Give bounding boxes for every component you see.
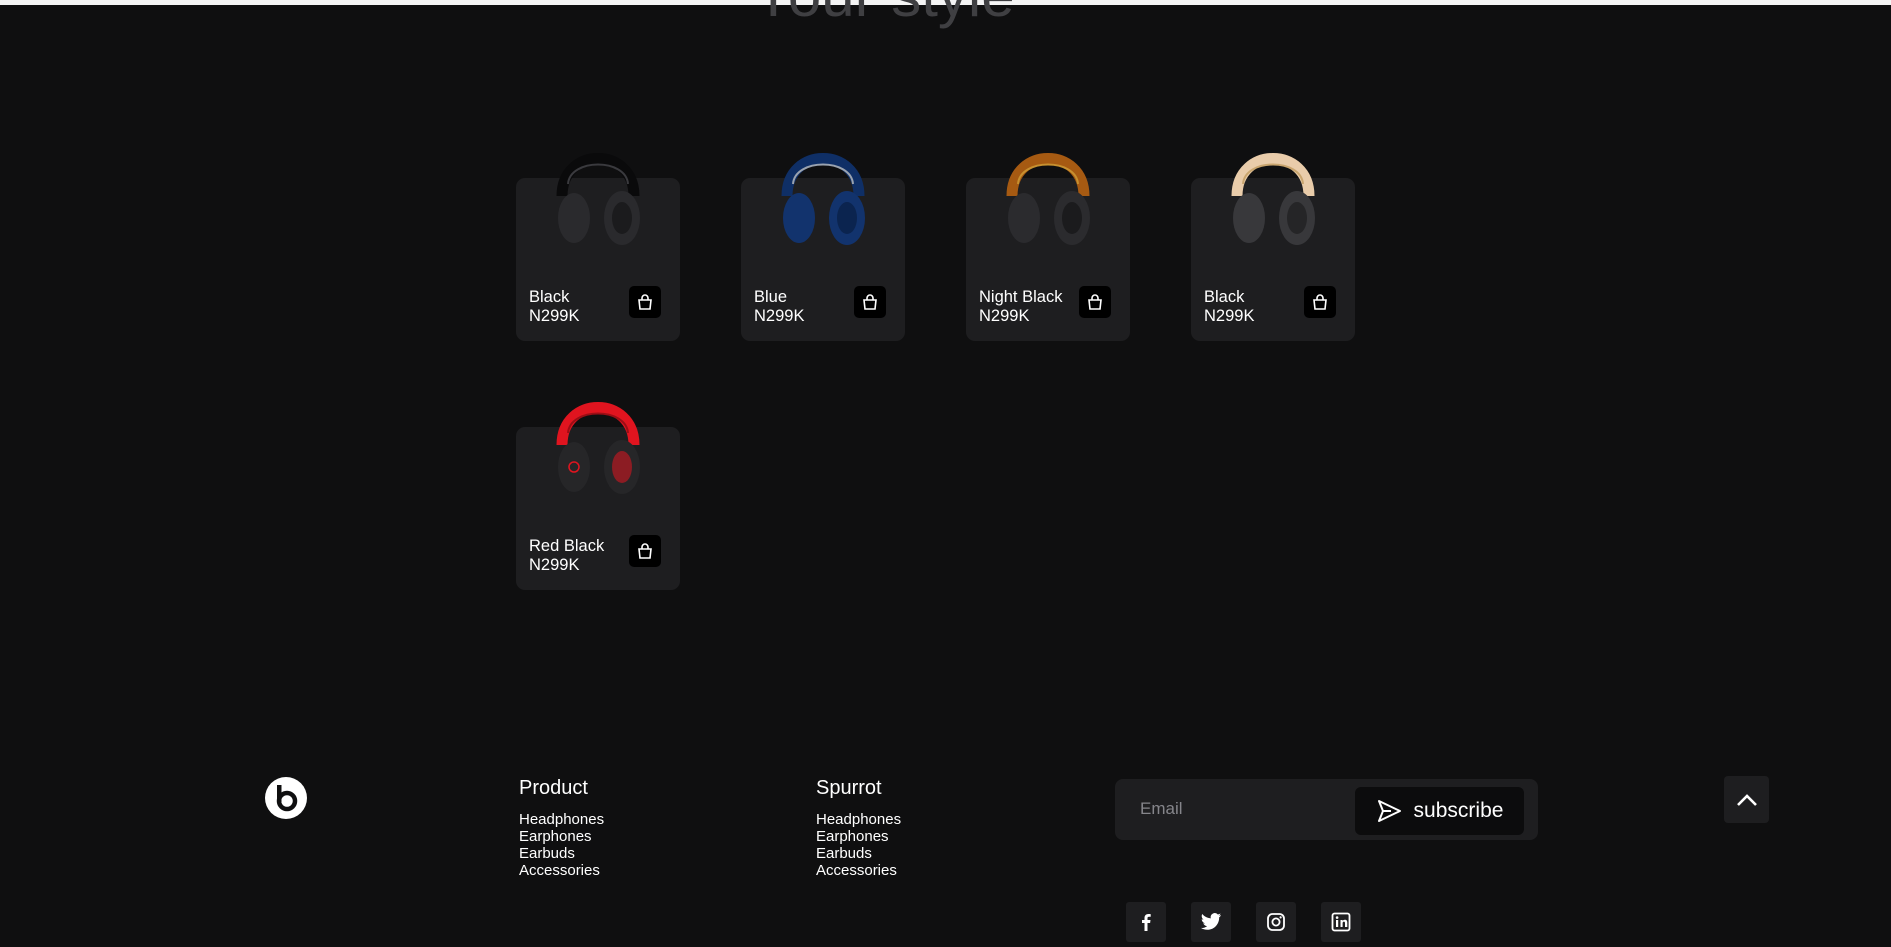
headphone-image xyxy=(556,153,640,245)
twitter-button[interactable] xyxy=(1191,902,1231,942)
product-card[interactable]: Black N299K xyxy=(1191,153,1355,341)
product-card[interactable]: Blue N299K xyxy=(741,153,905,341)
facebook-button[interactable] xyxy=(1126,902,1166,942)
linkedin-icon xyxy=(1331,912,1351,932)
product-color: Red Black xyxy=(529,537,605,555)
shopping-bag-icon xyxy=(1088,294,1102,310)
instagram-icon xyxy=(1267,913,1285,931)
beats-logo-icon[interactable] xyxy=(265,777,307,819)
add-to-cart-button[interactable] xyxy=(854,286,886,318)
product-info: Black N299K xyxy=(1204,288,1254,326)
send-icon xyxy=(1377,800,1401,822)
product-price: N299K xyxy=(979,307,1030,325)
chevron-up-icon xyxy=(1736,793,1757,806)
linkedin-button[interactable] xyxy=(1321,902,1361,942)
subscribe-form: subscribe xyxy=(1115,779,1538,840)
product-color: Black xyxy=(529,288,570,306)
product-info: Red Black N299K xyxy=(529,537,604,575)
add-to-cart-button[interactable] xyxy=(1304,286,1336,318)
add-to-cart-button[interactable] xyxy=(1079,286,1111,318)
add-to-cart-button[interactable] xyxy=(629,535,661,567)
footer-link[interactable]: Accessories xyxy=(519,862,604,879)
product-color: Blue xyxy=(754,288,788,306)
facebook-icon xyxy=(1142,914,1151,931)
subscribe-label: subscribe xyxy=(1413,799,1504,822)
product-card[interactable]: Night Black N299K xyxy=(966,153,1130,341)
headphone-image xyxy=(1006,153,1090,245)
footer-link[interactable]: Earbuds xyxy=(816,845,901,862)
footer-link[interactable]: Headphones xyxy=(519,811,604,828)
product-info: Blue N299K xyxy=(754,288,804,326)
twitter-icon xyxy=(1200,913,1222,930)
product-color: Night Black xyxy=(979,288,1063,306)
headphone-image xyxy=(781,153,865,245)
section-heading: Your style xyxy=(0,0,1768,26)
product-info: Black N299K xyxy=(529,288,579,326)
shopping-bag-icon xyxy=(638,294,652,310)
product-price: N299K xyxy=(754,307,805,325)
subscribe-button[interactable]: subscribe xyxy=(1355,787,1524,835)
product-info: Night Black N299K xyxy=(979,288,1062,326)
back-to-top-button[interactable] xyxy=(1724,776,1769,823)
product-price: N299K xyxy=(1204,307,1255,325)
footer-link[interactable]: Headphones xyxy=(816,811,901,828)
product-color: Black xyxy=(1204,288,1245,306)
headphone-image xyxy=(1231,153,1315,245)
product-card[interactable]: Red Black N299K xyxy=(516,402,680,590)
email-field[interactable] xyxy=(1125,787,1360,831)
footer-column-product: Product Headphones Earphones Earbuds Acc… xyxy=(519,775,604,879)
footer-column-title: Product xyxy=(519,777,588,799)
footer-column-title: Spurrot xyxy=(816,777,882,799)
footer-link[interactable]: Earphones xyxy=(519,828,604,845)
footer-column-spurrot: Spurrot Headphones Earphones Earbuds Acc… xyxy=(816,775,901,879)
footer-link[interactable]: Accessories xyxy=(816,862,901,879)
footer-link[interactable]: Earphones xyxy=(816,828,901,845)
footer-link[interactable]: Earbuds xyxy=(519,845,604,862)
add-to-cart-button[interactable] xyxy=(629,286,661,318)
shopping-bag-icon xyxy=(638,543,652,559)
headphone-image xyxy=(556,402,640,494)
product-card[interactable]: Black N299K xyxy=(516,153,680,341)
shopping-bag-icon xyxy=(863,294,877,310)
product-price: N299K xyxy=(529,307,580,325)
shopping-bag-icon xyxy=(1313,294,1327,310)
product-price: N299K xyxy=(529,556,580,574)
instagram-button[interactable] xyxy=(1256,902,1296,942)
